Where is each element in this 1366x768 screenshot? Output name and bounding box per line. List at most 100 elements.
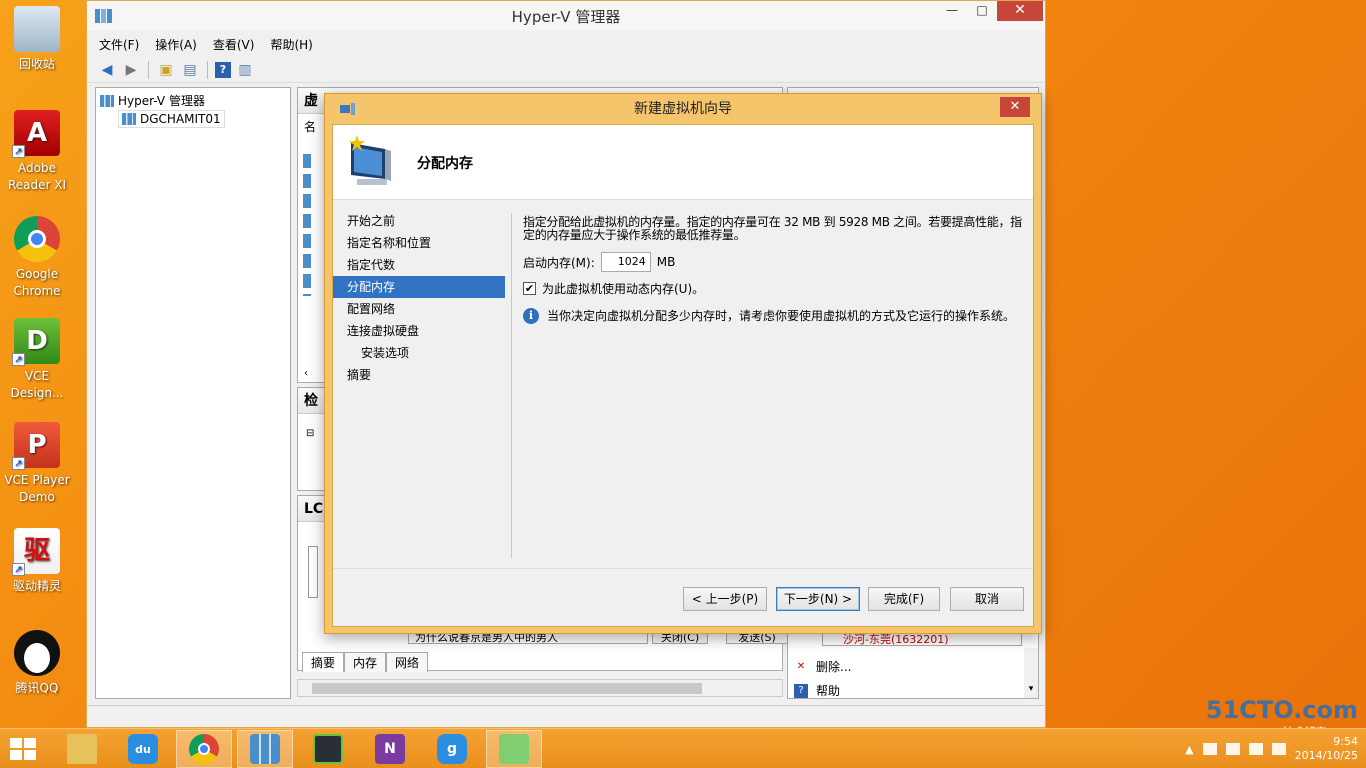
show-hide-tree-icon[interactable]: ▤ (180, 60, 200, 80)
vce-designer-icon: D ↗ (12, 318, 60, 366)
tab-summary[interactable]: 摘要 (302, 652, 345, 672)
step-configure-network[interactable]: 配置网络 (333, 298, 505, 320)
start-button[interactable] (10, 738, 38, 762)
tray-network-icon[interactable] (1248, 743, 1263, 755)
action-delete[interactable]: ✕ 删除... (794, 658, 852, 675)
step-assign-memory[interactable]: 分配内存 (333, 276, 505, 298)
windows-logo-pane (10, 750, 22, 760)
desktop-icon-vce-player[interactable]: P ↗ VCE Player Demo (0, 422, 74, 506)
windows-logo-pane (24, 738, 36, 748)
step-name-location[interactable]: 指定名称和位置 (333, 232, 505, 254)
main-titlebar[interactable]: Hyper-V 管理器 — □ ✕ (87, 1, 1045, 31)
recycle-bin-icon (14, 6, 60, 52)
wizard-titlebar[interactable]: 新建虚拟机向导 ✕ (332, 94, 1034, 124)
tab-network[interactable]: 网络 (386, 652, 429, 672)
actions-scrollbar[interactable]: ▾ (1024, 648, 1038, 698)
startup-memory-input[interactable]: 1024 (600, 252, 651, 272)
taskbar-hyper-v-manager[interactable] (237, 730, 293, 768)
dynamic-memory-label[interactable]: 为此虚拟机使用动态内存(U)。 (542, 280, 704, 297)
remote-desktop-icon (313, 734, 343, 764)
desktop-icon-vce-designer[interactable]: D ↗ VCE Design... (0, 318, 74, 402)
minimize-button[interactable]: — (937, 1, 967, 21)
collapse-icon[interactable]: ⊟ (306, 428, 314, 439)
dynamic-memory-checkbox[interactable]: ✔ (523, 282, 536, 295)
new-vm-wizard-dialog: 新建虚拟机向导 ✕ 分配内存 开始之前 指定名称和位置 指定代数 分配内存 配置… (324, 93, 1042, 634)
app-7-icon: g (437, 734, 467, 764)
step-before-you-begin[interactable]: 开始之前 (333, 210, 505, 232)
chrome-icon (14, 216, 60, 262)
watermark-site: 51CTO.com (1205, 696, 1358, 724)
toolbar: ◀ ▶ ▣ ▤ ? ▥ (87, 57, 1045, 83)
desktop-icon-driver-genius[interactable]: 驱 ↗ 驱动精灵 (0, 528, 74, 595)
desktop-icon-label: VCE Design... (10, 369, 64, 400)
tab-memory[interactable]: 内存 (344, 652, 387, 672)
wizard-close-button[interactable]: ✕ (1000, 97, 1030, 117)
previous-button[interactable]: < 上一步(P) (683, 587, 767, 611)
wizard-app-icon (340, 103, 355, 115)
tray-volume-icon[interactable] (1271, 743, 1286, 755)
desktop-icon-recycle-bin[interactable]: 回收站 (0, 6, 74, 73)
hyper-v-icon (95, 9, 112, 23)
tree-root-hyper-v[interactable]: Hyper-V 管理器 (100, 92, 205, 109)
desktop-icon-label: Google Chrome (13, 267, 61, 298)
scroll-left-arrow[interactable]: ‹ (298, 366, 314, 382)
wizard-steps: 开始之前 指定名称和位置 指定代数 分配内存 配置网络 连接虚拟硬盘 安装选项 … (333, 210, 505, 386)
cancel-button[interactable]: 取消 (950, 587, 1024, 611)
wizard-body: 分配内存 开始之前 指定名称和位置 指定代数 分配内存 配置网络 连接虚拟硬盘 … (332, 124, 1034, 627)
wizard-footer: < 上一步(P) 下一步(N) > 完成(F) 取消 (333, 568, 1033, 626)
maximize-button[interactable]: □ (967, 1, 997, 21)
new-vm-monitor-icon (349, 135, 391, 185)
wizard-content: 指定分配给此虚拟机的内存量。指定的内存量可在 32 MB 到 5928 MB 之… (523, 216, 1023, 324)
step-generation[interactable]: 指定代数 (333, 254, 505, 276)
info-text: 当你决定向虚拟机分配多少内存时，请考虑你要使用虚拟机的方式及它运行的操作系统。 (547, 309, 1016, 323)
navigation-tree: Hyper-V 管理器 DGCHAMIT01 (95, 87, 291, 699)
taskbar-file-explorer[interactable] (54, 730, 110, 768)
dynamic-memory-row[interactable]: ✔ 为此虚拟机使用动态内存(U)。 (523, 280, 1023, 297)
action-help[interactable]: ? 帮助 (794, 682, 840, 699)
step-installation-options[interactable]: 安装选项 (333, 342, 505, 364)
finish-button[interactable]: 完成(F) (868, 587, 940, 611)
adobe-reader-icon: A ↗ (12, 110, 60, 158)
delete-icon: ✕ (796, 661, 806, 672)
toolbar-separator (148, 60, 149, 79)
horizontal-scrollbar[interactable] (297, 679, 783, 697)
close-button[interactable]: ✕ (997, 1, 1043, 21)
taskbar-app-8[interactable] (486, 730, 542, 768)
wizard-page-title: 分配内存 (417, 156, 473, 172)
step-summary[interactable]: 摘要 (333, 364, 505, 386)
toolbar-separator (207, 60, 208, 79)
desktop-icon-qq[interactable]: 腾讯QQ (0, 630, 74, 697)
taskbar-app-7[interactable]: g (424, 730, 480, 768)
tray-flag-icon[interactable] (1225, 743, 1240, 755)
taskbar-onenote[interactable]: N (362, 730, 418, 768)
tray-keyboard-icon[interactable] (1202, 743, 1217, 755)
tree-item-server[interactable]: DGCHAMIT01 (118, 110, 225, 128)
scrollbar-thumb[interactable] (312, 683, 702, 694)
menu-file[interactable]: 文件(F) (99, 36, 139, 53)
forward-arrow-icon[interactable]: ▶ (121, 60, 141, 80)
taskbar-chrome[interactable] (176, 730, 232, 768)
desktop-icon-label: 回收站 (18, 57, 55, 71)
show-hide-action-pane-icon[interactable]: ▥ (235, 60, 255, 80)
chrome-icon (189, 734, 219, 764)
clock[interactable]: 9:54 2014/10/25 (1295, 735, 1358, 763)
taskbar-baidu-cloud[interactable]: du (115, 730, 171, 768)
up-folder-icon[interactable]: ▣ (156, 60, 176, 80)
menu-action[interactable]: 操作(A) (155, 36, 197, 53)
next-button[interactable]: 下一步(N) > (776, 587, 860, 611)
desktop-icon-adobe-reader[interactable]: A ↗ Adobe Reader XI (0, 110, 74, 194)
desktop-icon-chrome[interactable]: Google Chrome (0, 216, 74, 300)
taskbar-remote-desktop[interactable] (300, 730, 356, 768)
help-icon: ? (794, 683, 808, 698)
taskbar: du N g ▲ 9:54 2014/10/25 (0, 728, 1366, 768)
step-connect-vhd[interactable]: 连接虚拟硬盘 (333, 320, 505, 342)
menu-help[interactable]: 帮助(H) (270, 36, 312, 53)
back-arrow-icon[interactable]: ◀ (97, 60, 117, 80)
hyper-v-manager-icon (250, 734, 280, 764)
tray-expand-icon[interactable]: ▲ (1185, 743, 1193, 756)
startup-memory-label: 启动内存(M): (523, 255, 595, 270)
baidu-cloud-icon: du (128, 734, 158, 764)
info-row: i 当你决定向虚拟机分配多少内存时，请考虑你要使用虚拟机的方式及它运行的操作系统… (523, 307, 1023, 324)
help-icon[interactable]: ? (215, 61, 231, 78)
menu-view[interactable]: 查看(V) (213, 36, 255, 53)
